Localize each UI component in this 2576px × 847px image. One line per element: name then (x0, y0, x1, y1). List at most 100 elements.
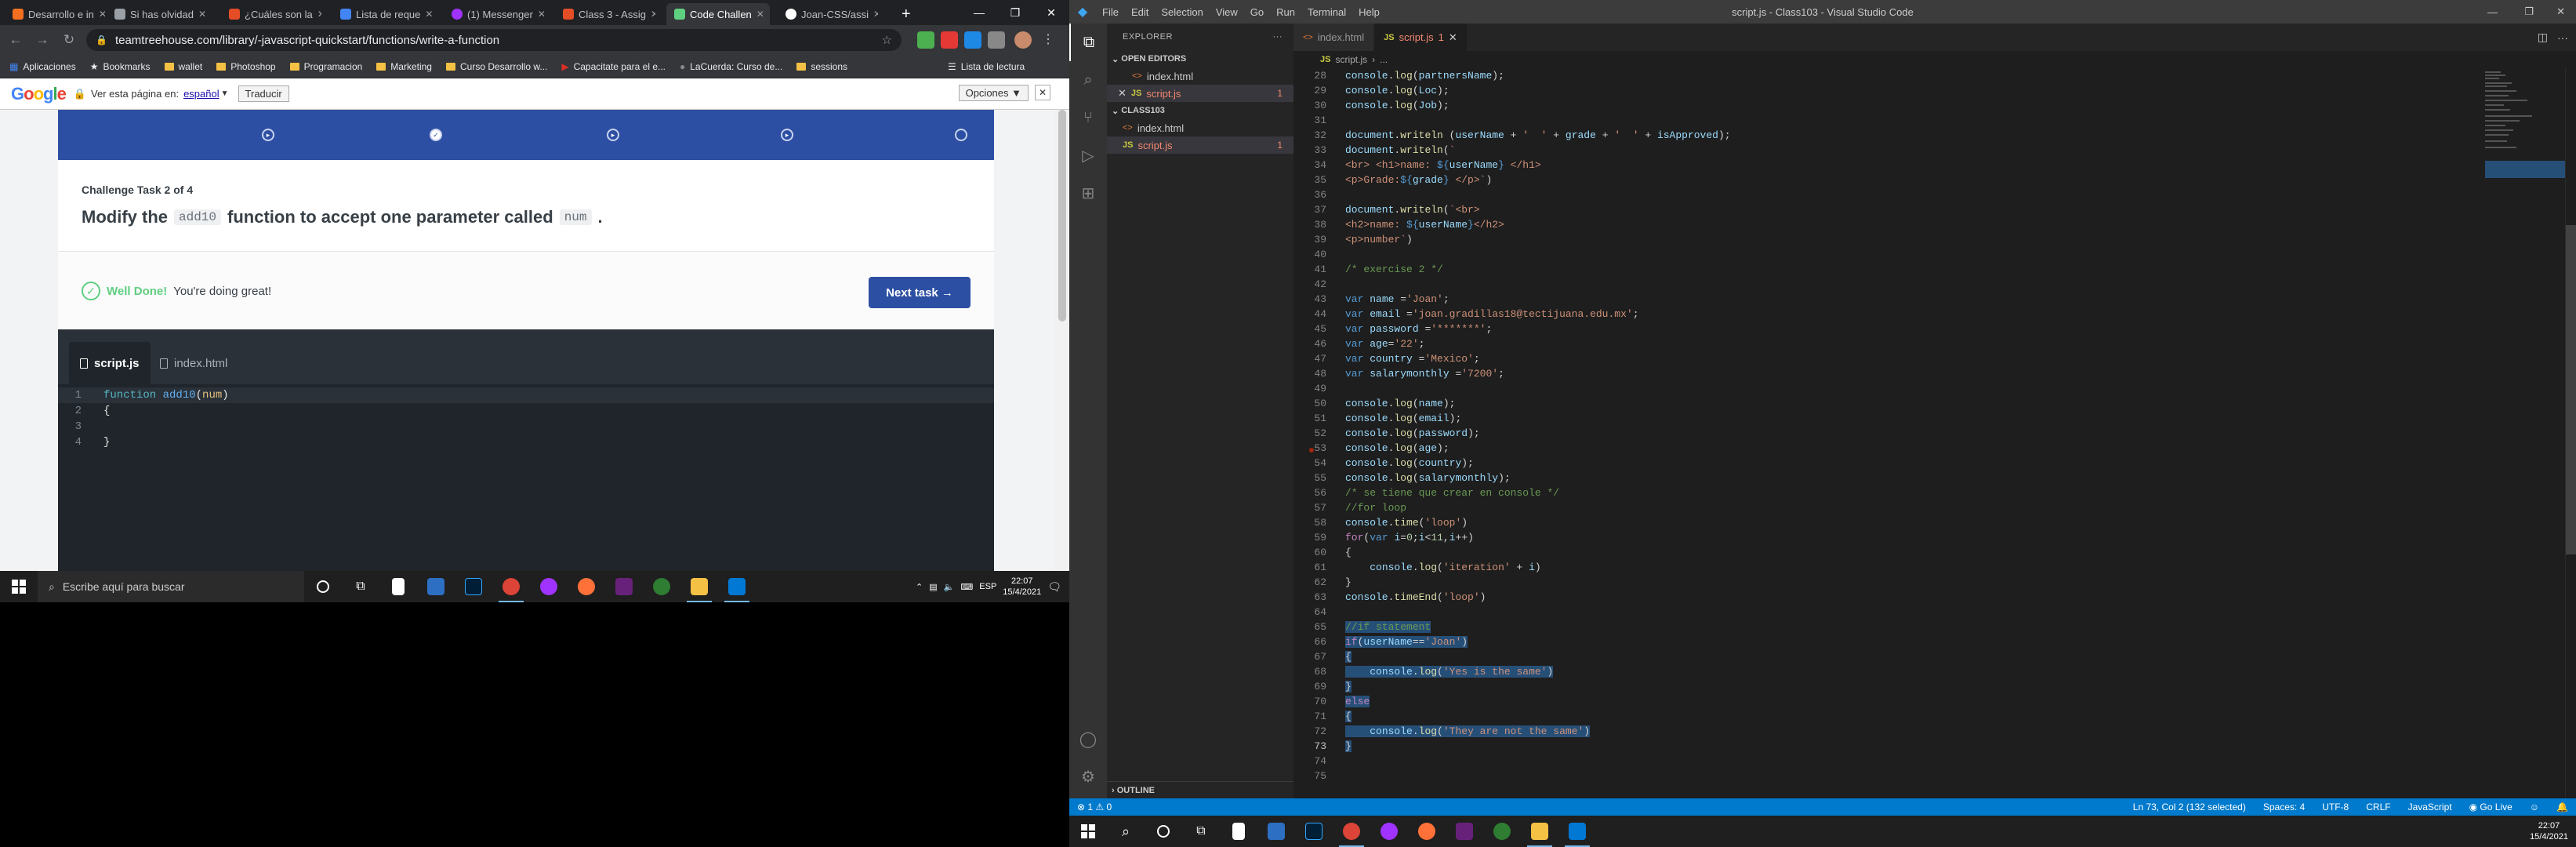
gear-icon[interactable]: ⚙ (1069, 758, 1107, 795)
tab-script-js[interactable]: JS script.js 1 ✕ (1374, 24, 1468, 51)
extensions-icon[interactable]: ⊞ (1069, 174, 1107, 212)
browser-tab[interactable]: (1) Messenger ✕ (444, 3, 544, 25)
outline-section[interactable]: › OUTLINE (1107, 781, 1293, 798)
notification-icon[interactable]: 🗨 (1047, 580, 1061, 594)
progress-step[interactable]: ▸ (607, 129, 619, 141)
menu-file[interactable]: File (1096, 6, 1125, 18)
close-tab-icon[interactable]: ✕ (756, 9, 764, 20)
input-language[interactable]: ESP (979, 582, 996, 591)
visual-studio-icon[interactable] (1446, 816, 1483, 847)
file-script-js[interactable]: JS script.js 1 (1107, 136, 1293, 154)
chrome-icon[interactable] (1333, 816, 1370, 847)
more-actions-icon[interactable]: ··· (2557, 31, 2568, 44)
search-icon[interactable]: ⌕ (1107, 816, 1145, 847)
progress-step[interactable]: ▸ (781, 129, 793, 141)
sticky-notes-icon[interactable] (680, 571, 718, 602)
bookmark-folder[interactable]: sessions (796, 61, 847, 72)
close-window-icon[interactable]: ✕ (2556, 5, 2565, 18)
page-scrollbar[interactable] (1055, 110, 1069, 571)
language-select[interactable]: español (183, 88, 220, 100)
profile-avatar[interactable] (1014, 31, 1032, 49)
bookmark-item[interactable]: ● LaCuerda: Curso de... (680, 61, 782, 72)
bookmark-star-icon[interactable]: ☆ (882, 33, 892, 47)
minimize-icon[interactable]: — (961, 0, 997, 25)
more-actions-icon[interactable]: ··· (1273, 32, 1283, 42)
browser-tab[interactable]: Si has olvidad ✕ (107, 3, 207, 25)
volume-icon[interactable]: 🔈 (944, 582, 955, 592)
extensions-puzzle-icon[interactable] (988, 31, 1005, 49)
clock[interactable]: 22:07 15/4/2021 (1003, 576, 1041, 598)
close-tab-icon[interactable]: ✕ (538, 9, 544, 20)
translate-options-button[interactable]: Opciones ▼ (958, 85, 1029, 101)
menu-kebab-icon[interactable]: ⋮ (1039, 31, 1057, 49)
menu-selection[interactable]: Selection (1155, 6, 1209, 18)
scroll-thumb[interactable] (1058, 110, 1066, 322)
maximize-icon[interactable]: ❐ (2524, 5, 2534, 18)
photoshop-icon[interactable] (1295, 816, 1333, 847)
bookmark-folder[interactable]: Programacion (289, 61, 362, 72)
file-icon[interactable] (379, 571, 417, 602)
visual-studio-icon[interactable] (605, 571, 643, 602)
extension-icon[interactable] (917, 31, 934, 49)
bookmark-folder[interactable]: Photoshop (216, 61, 276, 72)
keyboard-icon[interactable]: ⌨ (960, 582, 973, 592)
vscode-icon[interactable] (718, 571, 756, 602)
file-index-html[interactable]: <> index.html (1107, 119, 1293, 136)
chrome-icon[interactable] (492, 571, 530, 602)
bookmark-folder[interactable]: Marketing (376, 61, 432, 72)
browser-tab[interactable]: Class 3 - Assig ✕ (555, 3, 655, 25)
indentation[interactable]: Spaces: 4 (2263, 802, 2305, 812)
close-tab-icon[interactable]: ✕ (198, 9, 206, 20)
new-tab-button[interactable]: + (894, 3, 919, 25)
app-icon[interactable] (1257, 816, 1295, 847)
cortana-icon[interactable] (1145, 816, 1182, 847)
shield-icon[interactable] (1483, 816, 1521, 847)
menu-edit[interactable]: Edit (1125, 6, 1155, 18)
vscode-icon[interactable] (1558, 816, 1596, 847)
browser-tab[interactable]: Lista de reque ✕ (332, 3, 433, 25)
bell-icon[interactable]: 🔔 (2556, 802, 2568, 812)
tab-index-html[interactable]: index.html (149, 342, 238, 384)
firefox-icon[interactable] (1408, 816, 1446, 847)
code-editor[interactable]: 1 function add10(num) 2{ 3 4} (58, 384, 994, 571)
bookmark-folder[interactable]: wallet (164, 61, 202, 72)
editor-scrollbar[interactable] (2565, 68, 2576, 798)
clock[interactable]: 22:07 15/4/2021 (2530, 820, 2568, 842)
reload-icon[interactable]: ↻ (58, 29, 80, 51)
open-editor-index-html[interactable]: <> index.html (1107, 67, 1293, 85)
messenger-icon[interactable] (530, 571, 568, 602)
sticky-notes-icon[interactable] (1521, 816, 1558, 847)
browser-tab[interactable]: Desarrollo e in ✕ (5, 3, 105, 25)
run-debug-icon[interactable]: ▷ (1069, 136, 1107, 174)
reading-list[interactable]: ☰ Lista de lectura (948, 61, 1025, 72)
photoshop-icon[interactable] (455, 571, 492, 602)
close-icon[interactable]: ✕ (1118, 87, 1127, 100)
menu-help[interactable]: Help (1352, 6, 1386, 18)
close-tab-icon[interactable]: ✕ (425, 9, 433, 20)
menu-view[interactable]: View (1210, 6, 1244, 18)
source-control-icon[interactable]: ⑂ (1069, 99, 1107, 136)
search-icon[interactable]: ⌕ (1069, 61, 1107, 99)
translate-button[interactable]: Traducir (238, 85, 289, 102)
account-icon[interactable]: ◯ (1069, 720, 1107, 758)
menu-terminal[interactable]: Terminal (1301, 6, 1352, 18)
code-editor[interactable]: 28 console.log(partnersName); 29 console.l… (1293, 68, 2501, 798)
network-icon[interactable]: ▤ (929, 582, 937, 592)
project-folder-header[interactable]: ⌄ CLASS103 (1107, 102, 1293, 119)
explorer-icon[interactable]: ⧉ (1069, 24, 1107, 61)
extension-icon[interactable] (941, 31, 958, 49)
close-tab-icon[interactable]: ✕ (317, 9, 321, 20)
app-icon[interactable] (417, 571, 455, 602)
menu-run[interactable]: Run (1270, 6, 1301, 18)
forward-icon[interactable]: → (31, 29, 53, 51)
cortana-icon[interactable] (304, 571, 342, 602)
open-editors-header[interactable]: ⌄ OPEN EDITORS (1107, 50, 1293, 67)
minimize-icon[interactable]: — (2487, 6, 2498, 18)
scroll-thumb[interactable] (2566, 225, 2576, 554)
encoding[interactable]: UTF-8 (2322, 802, 2349, 812)
line-ending[interactable]: CRLF (2366, 802, 2390, 812)
menu-go[interactable]: Go (1244, 6, 1270, 18)
windows-start-icon[interactable] (0, 571, 38, 602)
task-view-icon[interactable]: ⧉ (1182, 816, 1220, 847)
cursor-position[interactable]: Ln 73, Col 2 (132 selected) (2133, 802, 2246, 812)
